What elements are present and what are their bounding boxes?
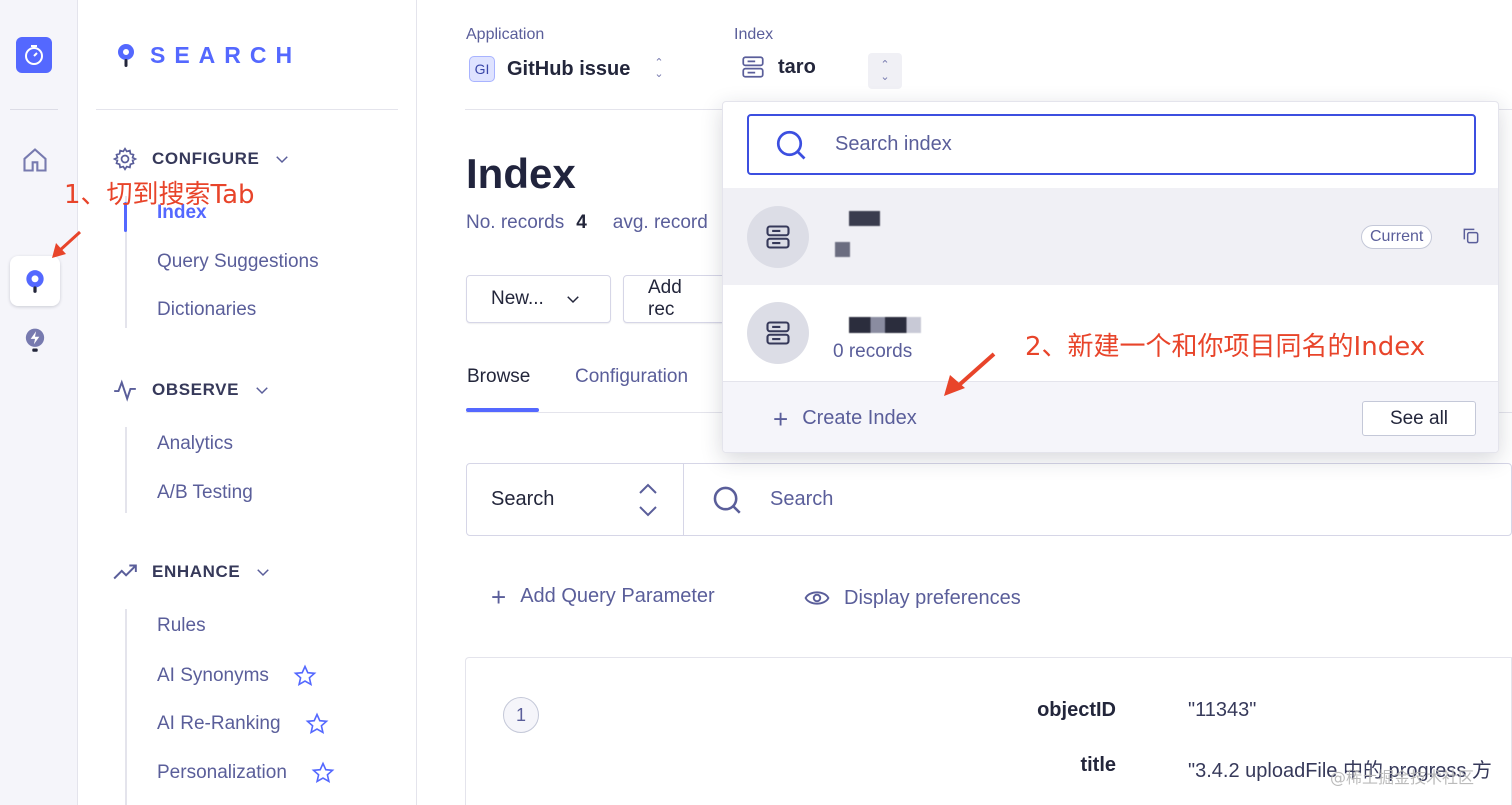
- section-title-configure: CONFIGURE: [152, 149, 260, 168]
- current-badge: Current: [1361, 225, 1433, 249]
- avg-record-label: avg. record: [612, 212, 708, 233]
- annotation-arrow-icon: [52, 230, 82, 258]
- annotation-step2: 2、新建一个和你项目同名的Index: [1025, 332, 1426, 362]
- index-option-current[interactable]: Current: [723, 188, 1498, 285]
- application-name: GitHub issue: [507, 57, 631, 80]
- annotation-step1: 1、切到搜索Tab: [64, 180, 255, 210]
- star-icon: [311, 761, 335, 784]
- observe-group-line: [125, 427, 127, 513]
- brand: SEARCH: [116, 42, 301, 69]
- record-number: 1: [503, 697, 539, 733]
- dropdown-footer: + Create Index See all: [723, 381, 1498, 452]
- index-label: Index: [734, 26, 774, 43]
- tab-browse[interactable]: Browse: [467, 366, 530, 388]
- record-key-title: title: [1080, 754, 1116, 776]
- index-updown-chevron-icon[interactable]: ⌃ ⌄: [868, 53, 902, 89]
- star-icon: [305, 712, 328, 735]
- sidebar-item-query-suggestions[interactable]: Query Suggestions: [157, 251, 319, 273]
- eye-icon: [804, 591, 830, 605]
- gear-icon: [112, 147, 138, 171]
- redacted-count: [835, 242, 850, 257]
- trending-up-icon: [113, 564, 137, 580]
- record-key-objectid: objectID: [1037, 699, 1116, 721]
- plus-icon: +: [491, 581, 507, 612]
- search-input[interactable]: Search: [684, 464, 1511, 535]
- index-selector[interactable]: taro: [740, 54, 816, 80]
- sidebar-item-rules[interactable]: Rules: [157, 615, 206, 637]
- redacted-name: [849, 317, 921, 333]
- new-button[interactable]: New...: [466, 275, 611, 323]
- sidebar-item-ai-synonyms[interactable]: AI Synonyms: [157, 664, 317, 688]
- add-query-parameter-button[interactable]: + Add Query Parameter: [491, 581, 715, 612]
- search-icon: [713, 486, 741, 514]
- brand-name: SEARCH: [150, 42, 302, 68]
- section-observe[interactable]: OBSERVE: [112, 377, 271, 403]
- sidebar-item-ai-re-ranking[interactable]: AI Re-Ranking: [157, 712, 329, 736]
- icon-rail: [0, 0, 78, 805]
- server-icon: [747, 301, 809, 364]
- annotation-arrow-icon: [944, 352, 996, 396]
- sidebar-divider: [96, 109, 398, 110]
- watermark: @稀土掘金技术社区: [1330, 768, 1475, 787]
- sidebar: SEARCH CONFIGURE Index Query Suggestions…: [78, 0, 417, 805]
- page-title: Index: [466, 150, 576, 197]
- add-records-button[interactable]: Add rec: [623, 275, 733, 323]
- plus-icon: +: [773, 403, 789, 434]
- server-icon: [747, 205, 809, 268]
- application-selector[interactable]: GI GitHub issue ⌃ ⌄: [469, 56, 664, 82]
- records-label: No. records: [466, 212, 565, 233]
- enhance-group-line: [125, 609, 127, 805]
- search-scope-select[interactable]: Search: [467, 464, 684, 535]
- tab-configuration[interactable]: Configuration: [575, 366, 688, 388]
- index-name: taro: [778, 55, 816, 78]
- app-badge: GI: [469, 56, 495, 82]
- section-title-observe: OBSERVE: [152, 380, 240, 399]
- home-icon[interactable]: [10, 135, 60, 185]
- chevron-down-icon: [256, 387, 268, 395]
- sidebar-item-dictionaries[interactable]: Dictionaries: [157, 299, 256, 321]
- index-stats: No. records 4 avg. record: [466, 212, 708, 234]
- create-index-button[interactable]: + Create Index: [773, 403, 917, 434]
- sidebar-item-personalization[interactable]: Personalization: [157, 761, 335, 785]
- chevron-down-icon: [276, 156, 289, 164]
- index-dropdown: Search index Current 0 records + Create …: [722, 101, 1499, 453]
- copy-icon[interactable]: [1461, 226, 1481, 246]
- updown-chevron-icon: [639, 483, 657, 516]
- section-title-enhance: ENHANCE: [152, 562, 241, 581]
- index-record-count: 0 records: [833, 341, 913, 362]
- application-label: Application: [466, 26, 545, 43]
- updown-chevron-icon: ⌃ ⌄: [654, 57, 664, 80]
- sidebar-item-analytics[interactable]: Analytics: [157, 433, 233, 455]
- record-value-objectid: "11343": [1188, 699, 1257, 721]
- section-configure[interactable]: CONFIGURE: [112, 146, 291, 172]
- rail-divider: [10, 109, 58, 110]
- stopwatch-logo-icon[interactable]: [16, 37, 52, 73]
- pulse-icon: [114, 379, 136, 402]
- redacted-name: [849, 211, 880, 226]
- see-all-button[interactable]: See all: [1362, 401, 1476, 436]
- search-bar: Search Search: [466, 463, 1512, 536]
- chevron-down-icon: [257, 569, 270, 577]
- search-product-icon[interactable]: [10, 256, 60, 306]
- search-logo-icon: [118, 43, 134, 67]
- index-search-input[interactable]: Search index: [747, 114, 1476, 175]
- bolt-bulb-icon[interactable]: [10, 316, 60, 366]
- section-enhance[interactable]: ENHANCE: [112, 559, 272, 585]
- star-icon: [293, 664, 317, 687]
- chevron-down-icon: [567, 296, 579, 304]
- server-icon: [742, 56, 764, 78]
- records-count: 4: [576, 212, 587, 233]
- display-preferences-button[interactable]: Display preferences: [804, 585, 1021, 611]
- search-icon: [776, 130, 806, 159]
- sidebar-item-ab-testing[interactable]: A/B Testing: [157, 482, 253, 504]
